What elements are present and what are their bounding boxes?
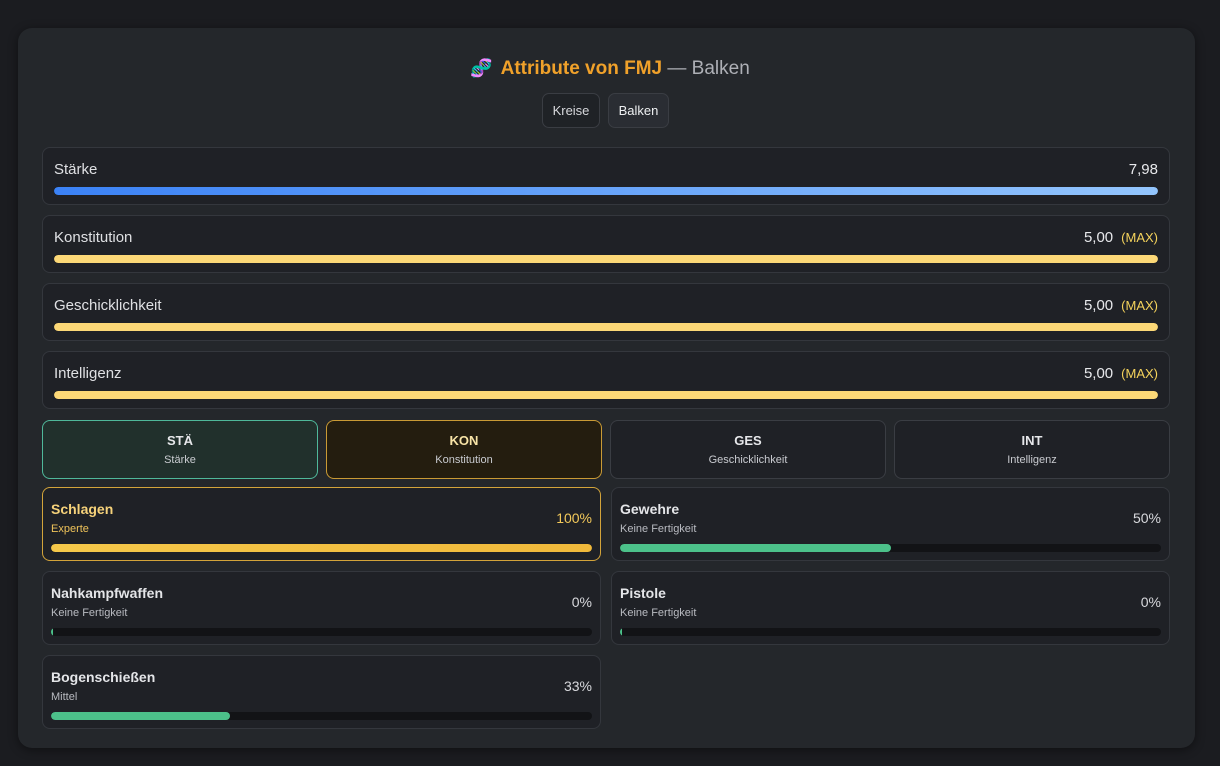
skill-level: Keine Fertigkeit: [620, 607, 697, 619]
attribute-name: Intelligenz: [54, 365, 122, 382]
skill-progress-bar: [620, 544, 1161, 552]
skill-level: Keine Fertigkeit: [51, 607, 128, 619]
skill-name: Pistole: [620, 585, 666, 601]
attribute-bar-fill: [54, 391, 1158, 399]
skill-progress-bar: [51, 628, 592, 636]
attribute-value: 7,98: [1128, 161, 1158, 178]
attribute-row-intelligenz: Intelligenz 5,00 (MAX): [42, 351, 1170, 409]
tab-konstitution[interactable]: KON Konstitution: [326, 420, 602, 479]
attribute-value: 5,00 (MAX): [1083, 365, 1158, 382]
skill-progress-fill: [51, 544, 592, 552]
attribute-bar-fill: [54, 187, 1158, 195]
tab-abbr: INT: [1021, 433, 1043, 448]
max-badge: (MAX): [1121, 230, 1158, 245]
skill-card-bogenschiessen[interactable]: Bogenschießen Mittel 33%: [42, 655, 601, 729]
page-title: 🧬 Attribute von FMJ — Balken: [0, 56, 1220, 81]
skill-name: Gewehre: [620, 501, 680, 517]
tab-geschicklichkeit[interactable]: GES Geschicklichkeit: [610, 420, 886, 479]
attribute-bar-fill: [54, 255, 1158, 263]
attribute-bar: [54, 323, 1158, 331]
tab-staerke[interactable]: STÄ Stärke: [42, 420, 318, 479]
attribute-bar: [54, 187, 1158, 195]
skill-progress-fill: [620, 628, 622, 636]
skill-percent: 100%: [556, 510, 592, 526]
max-badge: (MAX): [1121, 366, 1158, 381]
skill-name: Nahkampfwaffen: [51, 585, 164, 601]
attribute-bar: [54, 391, 1158, 399]
attribute-value: 5,00 (MAX): [1083, 229, 1158, 246]
skill-card-nahkampfwaffen[interactable]: Nahkampfwaffen Keine Fertigkeit 0%: [42, 571, 601, 645]
attribute-value: 5,00 (MAX): [1083, 297, 1158, 314]
skill-level: Experte: [51, 523, 89, 535]
tab-full-name: Intelligenz: [1007, 454, 1057, 466]
tab-full-name: Konstitution: [435, 454, 493, 466]
skill-level: Mittel: [51, 691, 78, 703]
attribute-row-staerke: Stärke 7,98: [42, 147, 1170, 205]
tab-abbr: KON: [449, 433, 479, 448]
skill-progress-bar: [51, 712, 592, 720]
view-kreise-button[interactable]: Kreise: [542, 93, 600, 128]
attribute-name: Konstitution: [54, 229, 133, 246]
tab-abbr: STÄ: [167, 433, 193, 448]
attribute-bar: [54, 255, 1158, 263]
attribute-name: Stärke: [54, 161, 98, 178]
skill-progress-bar: [620, 628, 1161, 636]
dna-icon: 🧬: [470, 58, 493, 78]
skill-card-pistole[interactable]: Pistole Keine Fertigkeit 0%: [611, 571, 1170, 645]
title-view-label: — Balken: [662, 58, 750, 79]
skill-name: Schlagen: [51, 501, 114, 517]
attribute-name: Geschicklichkeit: [54, 297, 162, 314]
skill-card-schlagen[interactable]: Schlagen Experte 100%: [42, 487, 601, 561]
skill-progress-bar: [51, 544, 592, 552]
tab-intelligenz[interactable]: INT Intelligenz: [894, 420, 1170, 479]
attribute-row-geschicklichkeit: Geschicklichkeit 5,00 (MAX): [42, 283, 1170, 341]
skill-percent: 50%: [1132, 510, 1161, 526]
attribute-bar-fill: [54, 323, 1158, 331]
tab-abbr: GES: [734, 433, 762, 448]
skill-progress-fill: [620, 544, 891, 552]
tab-full-name: Stärke: [164, 454, 196, 466]
skill-level: Keine Fertigkeit: [620, 523, 697, 535]
attribute-row-konstitution: Konstitution 5,00 (MAX): [42, 215, 1170, 273]
title-main: Attribute von FMJ: [500, 58, 663, 79]
skill-percent: 33%: [563, 678, 592, 694]
skill-name: Bogenschießen: [51, 669, 156, 685]
max-badge: (MAX): [1121, 298, 1158, 313]
tab-full-name: Geschicklichkeit: [708, 454, 788, 466]
skill-progress-fill: [51, 712, 230, 720]
skill-percent: 0%: [1140, 594, 1161, 610]
skill-progress-fill: [51, 628, 53, 636]
view-balken-button[interactable]: Balken: [608, 93, 669, 128]
skill-percent: 0%: [571, 594, 592, 610]
skill-card-gewehre[interactable]: Gewehre Keine Fertigkeit 50%: [611, 487, 1170, 561]
